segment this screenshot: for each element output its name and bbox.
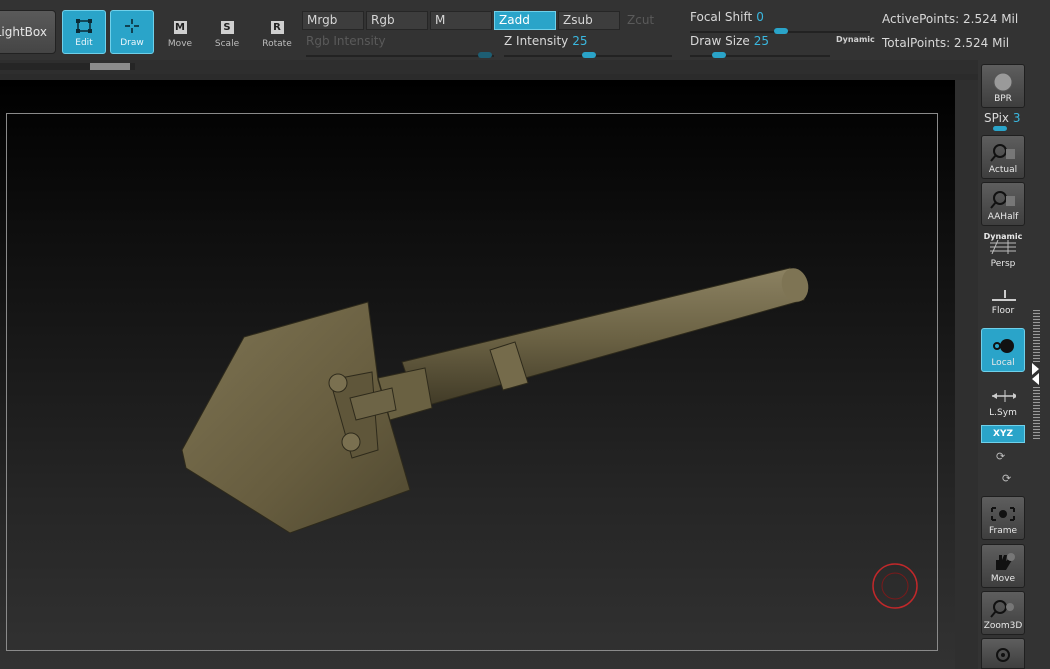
floor-icon	[990, 284, 1016, 304]
spix-knob[interactable]	[993, 126, 1007, 131]
rotate-view-icon	[990, 643, 1016, 663]
move-view-button[interactable]: Move	[981, 544, 1025, 588]
floor-button[interactable]: Floor	[981, 276, 1025, 320]
brush-cursor	[872, 563, 918, 609]
local-symmetry-icon	[990, 386, 1016, 406]
render-sphere-icon	[990, 72, 1016, 92]
brush-cursor-inner	[881, 572, 909, 600]
rotate-z-icon[interactable]: ⟳	[1002, 472, 1011, 485]
lsym-button[interactable]: L.Sym	[981, 378, 1025, 422]
hand-icon	[990, 552, 1016, 572]
zoom3d-icon	[990, 599, 1016, 619]
aahalf-button[interactable]: AAHalf	[981, 182, 1025, 226]
frame-button[interactable]: Frame	[981, 496, 1025, 540]
rotate-view-button[interactable]	[981, 638, 1025, 669]
shovel-blade	[181, 301, 411, 534]
zoom-aahalf-icon	[990, 190, 1016, 210]
shovel-handle	[377, 267, 809, 421]
shelf-resize-handle-top[interactable]	[1033, 310, 1040, 362]
local-transform-icon	[990, 336, 1016, 356]
local-button[interactable]: Local	[981, 328, 1025, 372]
zoom3d-button[interactable]: Zoom3D	[981, 591, 1025, 635]
zoom-actual-icon	[990, 143, 1016, 163]
frame-icon	[990, 504, 1016, 524]
shelf-resize-handle-bottom[interactable]	[1033, 387, 1040, 439]
bpr-button[interactable]: BPR	[981, 64, 1025, 108]
shelf-gap	[955, 80, 978, 669]
rotate-y-icon[interactable]: ⟳	[996, 450, 1005, 463]
shovel-model[interactable]	[0, 0, 955, 669]
actual-button[interactable]: Actual	[981, 135, 1025, 179]
persp-button[interactable]: Dynamic Persp	[981, 229, 1025, 273]
xyz-toggle[interactable]: XYZ	[981, 425, 1025, 443]
expand-right-arrow-icon[interactable]	[1032, 373, 1039, 385]
spix-slider[interactable]: SPix 3	[984, 111, 1021, 125]
